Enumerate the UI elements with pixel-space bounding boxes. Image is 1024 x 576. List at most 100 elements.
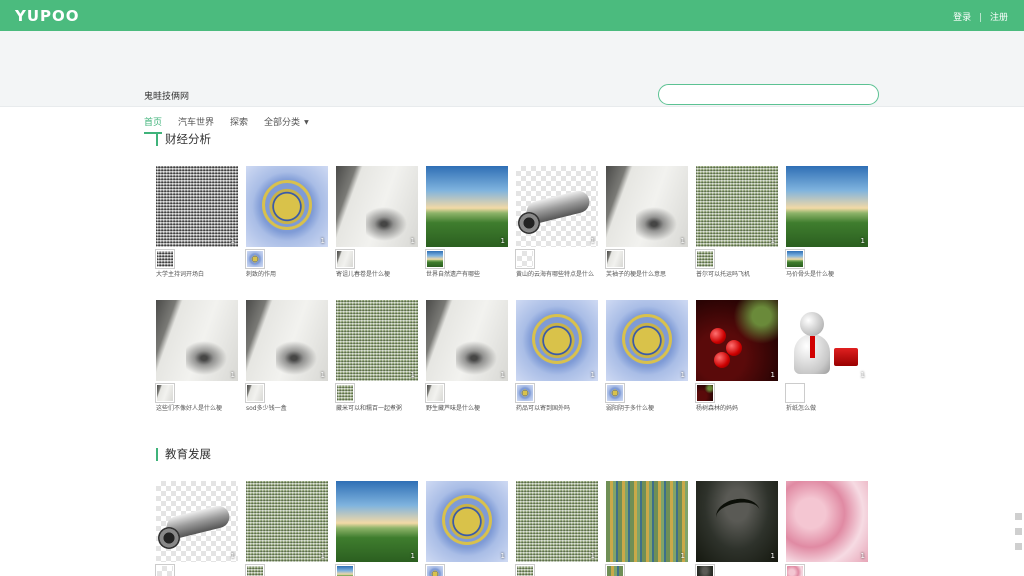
album-caption[interactable]: 世界自然遗产有哪些 bbox=[426, 271, 508, 279]
album-card[interactable]: 1 bbox=[605, 481, 688, 576]
scroll-indicator[interactable] bbox=[1015, 543, 1022, 550]
album-thumbnail[interactable]: 1 bbox=[336, 481, 418, 562]
album-thumbnail[interactable]: 1 bbox=[246, 300, 328, 381]
album-card[interactable]: 1 普尔可以托运吗飞机 bbox=[695, 166, 778, 279]
album-thumbnail[interactable]: 1 bbox=[426, 166, 508, 247]
album-card[interactable]: 1 这些们不像好人是什么梗 bbox=[155, 300, 238, 413]
photo-count: 1 bbox=[680, 371, 685, 379]
album-caption[interactable]: 野生藏芦味是什么梗 bbox=[426, 405, 508, 413]
album-thumbnail[interactable]: 1 bbox=[246, 481, 328, 562]
album-card[interactable]: 1 芙袖子的梗是什么意思 bbox=[605, 166, 688, 279]
album-card[interactable]: 1 寄诅儿春卷是什么梗 bbox=[335, 166, 418, 279]
yupoo-logo[interactable]: YUPOO bbox=[15, 7, 80, 25]
album-thumbnail[interactable]: 1 bbox=[786, 481, 868, 562]
album-thumbnail[interactable]: 1 bbox=[336, 300, 418, 381]
album-caption[interactable]: 大学主持词开场白 bbox=[156, 271, 238, 279]
album-card[interactable]: 1 弱阳阴于多什么梗 bbox=[605, 300, 688, 413]
album-card[interactable]: 1 折纸怎么做 bbox=[785, 300, 868, 413]
album-card[interactable]: 1 bbox=[245, 481, 328, 576]
album-card[interactable]: 1 bbox=[515, 481, 598, 576]
avatar[interactable] bbox=[785, 249, 805, 269]
album-card[interactable]: 1 世界自然遗产有哪些 bbox=[425, 166, 508, 279]
register-link[interactable]: 注册 bbox=[990, 13, 1008, 23]
album-thumbnail[interactable]: 1 bbox=[606, 481, 688, 562]
album-thumbnail[interactable]: 1 bbox=[606, 300, 688, 381]
login-link[interactable]: 登录 bbox=[953, 13, 971, 23]
avatar[interactable] bbox=[515, 564, 535, 576]
avatar[interactable] bbox=[155, 564, 175, 576]
album-thumbnail[interactable]: 1 bbox=[786, 300, 868, 381]
avatar[interactable] bbox=[335, 564, 355, 576]
avatar[interactable] bbox=[245, 564, 265, 576]
album-thumbnail[interactable]: 1 bbox=[516, 166, 598, 247]
nav-all-categories[interactable]: 全部分类 ▼ bbox=[264, 115, 309, 134]
album-caption[interactable]: 杨树森林的妈妈 bbox=[696, 405, 778, 413]
album-caption[interactable]: 普尔可以托运吗飞机 bbox=[696, 271, 778, 279]
album-card[interactable]: 1 药品可以寄到国外吗 bbox=[515, 300, 598, 413]
album-card[interactable]: 1 bbox=[155, 481, 238, 576]
album-caption[interactable]: 这些们不像好人是什么梗 bbox=[156, 405, 238, 413]
avatar[interactable] bbox=[335, 383, 355, 403]
album-caption[interactable]: 藏米可以和糯百一起煮粥 bbox=[336, 405, 418, 413]
album-thumbnail[interactable]: 1 bbox=[156, 166, 238, 247]
album-card[interactable]: 1 大学主持词开场白 bbox=[155, 166, 238, 279]
album-caption[interactable]: 马价骨头是什么梗 bbox=[786, 271, 868, 279]
avatar[interactable] bbox=[245, 383, 265, 403]
avatar[interactable] bbox=[785, 383, 805, 403]
album-caption[interactable]: 黄山的云海有哪些特点是什么 bbox=[516, 271, 598, 279]
avatar[interactable] bbox=[515, 249, 535, 269]
album-card[interactable]: 1 黄山的云海有哪些特点是什么 bbox=[515, 166, 598, 279]
scroll-indicator[interactable] bbox=[1015, 528, 1022, 535]
album-card[interactable]: 1 藏米可以和糯百一起煮粥 bbox=[335, 300, 418, 413]
album-card[interactable]: 1 刺致的作用 bbox=[245, 166, 328, 279]
avatar[interactable] bbox=[155, 383, 175, 403]
album-thumbnail[interactable]: 1 bbox=[156, 300, 238, 381]
avatar[interactable] bbox=[605, 249, 625, 269]
album-caption[interactable]: 芙袖子的梗是什么意思 bbox=[606, 271, 688, 279]
avatar[interactable] bbox=[605, 383, 625, 403]
album-card[interactable]: 1 bbox=[785, 481, 868, 576]
album-card[interactable]: 1 野生藏芦味是什么梗 bbox=[425, 300, 508, 413]
avatar[interactable] bbox=[155, 249, 175, 269]
album-card[interactable]: 1 马价骨头是什么梗 bbox=[785, 166, 868, 279]
avatar[interactable] bbox=[695, 564, 715, 576]
album-card[interactable]: 1 bbox=[695, 481, 778, 576]
album-thumbnail[interactable]: 1 bbox=[246, 166, 328, 247]
album-thumbnail[interactable]: 1 bbox=[156, 481, 238, 562]
album-thumbnail[interactable]: 1 bbox=[426, 300, 508, 381]
avatar[interactable] bbox=[425, 249, 445, 269]
nav-explore[interactable]: 探索 bbox=[230, 115, 248, 134]
album-thumbnail[interactable]: 1 bbox=[516, 300, 598, 381]
avatar[interactable] bbox=[335, 249, 355, 269]
album-thumbnail[interactable]: 1 bbox=[336, 166, 418, 247]
album-thumbnail[interactable]: 1 bbox=[606, 166, 688, 247]
avatar[interactable] bbox=[245, 249, 265, 269]
album-caption[interactable]: 折纸怎么做 bbox=[786, 405, 868, 413]
album-thumbnail[interactable]: 1 bbox=[696, 300, 778, 381]
album-thumbnail[interactable]: 1 bbox=[696, 166, 778, 247]
avatar[interactable] bbox=[785, 564, 805, 576]
album-caption[interactable]: sod多少钱一盒 bbox=[246, 405, 328, 413]
album-caption[interactable]: 寄诅儿春卷是什么梗 bbox=[336, 271, 418, 279]
album-caption[interactable]: 刺致的作用 bbox=[246, 271, 328, 279]
search-input[interactable] bbox=[658, 84, 879, 105]
album-thumbnail[interactable]: 1 bbox=[426, 481, 508, 562]
avatar[interactable] bbox=[515, 383, 535, 403]
avatar[interactable] bbox=[605, 564, 625, 576]
nav-home[interactable]: 首页 bbox=[144, 115, 163, 134]
avatar[interactable] bbox=[695, 249, 715, 269]
album-caption[interactable]: 弱阳阴于多什么梗 bbox=[606, 405, 688, 413]
scroll-indicator[interactable] bbox=[1015, 513, 1022, 520]
avatar[interactable] bbox=[425, 383, 445, 403]
album-card[interactable]: 1 杨树森林的妈妈 bbox=[695, 300, 778, 413]
avatar[interactable] bbox=[425, 564, 445, 576]
album-card[interactable]: 1 bbox=[425, 481, 508, 576]
album-caption[interactable]: 药品可以寄到国外吗 bbox=[516, 405, 598, 413]
album-thumbnail[interactable]: 1 bbox=[516, 481, 598, 562]
avatar[interactable] bbox=[695, 383, 715, 403]
album-card[interactable]: 1 sod多少钱一盒 bbox=[245, 300, 328, 413]
album-card[interactable]: 1 bbox=[335, 481, 418, 576]
album-thumbnail[interactable]: 1 bbox=[696, 481, 778, 562]
photo-count: 1 bbox=[410, 552, 415, 560]
album-thumbnail[interactable]: 1 bbox=[786, 166, 868, 247]
